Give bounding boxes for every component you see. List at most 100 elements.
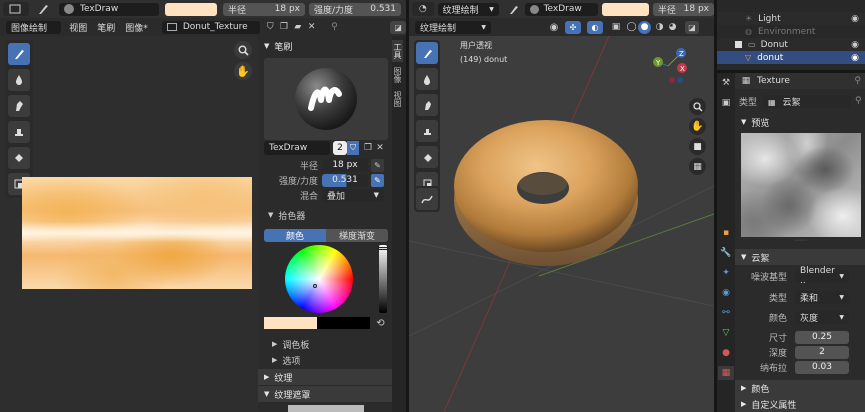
duplicate-icon[interactable]: ❐ (277, 22, 291, 32)
vp-soften-tool-icon[interactable] (416, 68, 438, 90)
prop-tab-data-icon[interactable]: ▽ (718, 326, 734, 340)
prop-tab-constraints-icon[interactable]: ⚯ (718, 306, 734, 320)
mode-selector[interactable]: 图像绘制 (6, 20, 62, 34)
viewport-brush-icon[interactable] (505, 4, 523, 15)
texture-pin-icon[interactable]: ⚲ (855, 96, 862, 106)
viewport-editor-type-icon[interactable]: ◔ (412, 2, 434, 16)
depth-field[interactable]: 2 (795, 345, 849, 359)
brush-strength-slider[interactable]: 0.531 (322, 173, 368, 187)
viewport-canvas[interactable] (409, 36, 714, 412)
eye-icon[interactable]: ◉ (851, 14, 859, 24)
xray-toggle-icon[interactable]: ▣ (609, 22, 623, 32)
brush-users-count[interactable]: 2 (333, 141, 347, 155)
pan-hand-icon[interactable]: ✋ (234, 62, 252, 80)
shading-solid-icon[interactable]: ● (638, 20, 651, 34)
texture-section-header[interactable]: ▶ 纹理 (258, 369, 392, 385)
menu-view[interactable]: 视图 (69, 21, 87, 34)
custom-props-section-header[interactable]: ▶ 自定义属性 (735, 396, 865, 412)
viewport-color-swatch[interactable] (601, 2, 649, 16)
prop-tab-texture-icon[interactable]: ▦ (718, 366, 734, 380)
radius-pressure-icon[interactable]: ✎ (371, 158, 384, 172)
editor-type-icon[interactable] (3, 2, 29, 16)
nabla-field[interactable]: 0.03 (795, 360, 849, 374)
soften-tool-icon[interactable] (8, 69, 30, 91)
size-field[interactable]: 0.25 (795, 330, 849, 344)
fake-user-shield-icon[interactable]: ⛉ (263, 22, 277, 32)
vp-draw-tool-icon[interactable] (416, 42, 438, 64)
color-picker-header[interactable]: ▼ 拾色器 (258, 208, 392, 222)
prop-tab-render-icon[interactable]: ▣ (718, 96, 734, 110)
outliner-row-light[interactable]: ☀ Light ◉ (717, 12, 865, 25)
prop-tab-physics-icon[interactable]: ◉ (718, 286, 734, 300)
overlay-toggle-icon[interactable]: ◐ (587, 20, 603, 34)
prop-tab-material-icon[interactable]: ● (718, 346, 734, 360)
vp-fill-tool-icon[interactable] (416, 146, 438, 168)
tab-image[interactable]: 图像 (392, 64, 403, 86)
tab-tool[interactable]: 工具 (392, 40, 403, 62)
sidebar-toggle-icon[interactable]: ◪ (390, 20, 407, 34)
annotate-tool-icon[interactable] (416, 188, 438, 210)
brush-preview[interactable] (264, 58, 388, 140)
brush-radius-slider[interactable]: 18 px (322, 158, 368, 172)
navigation-gizmo[interactable]: Z X Y (648, 44, 688, 90)
clone-tool-icon[interactable] (8, 121, 30, 143)
tab-gradient[interactable]: 梯度渐变 (326, 229, 388, 242)
brush-selector[interactable]: TexDraw (59, 2, 159, 16)
vp-smear-tool-icon[interactable] (416, 94, 438, 116)
clouds-section-header[interactable]: ▼ 云絮 (735, 249, 865, 265)
vp-camera-icon[interactable]: ■ (689, 138, 706, 155)
brush-fake-user-icon[interactable]: ⛉ (347, 141, 359, 155)
color-section-header[interactable]: ▶ 颜色 (735, 380, 865, 396)
brush-color-swatch[interactable] (165, 2, 217, 16)
color-wheel-cursor[interactable] (313, 284, 317, 288)
viewport-brush-selector[interactable]: TexDraw (524, 2, 598, 16)
prop-tab-modifier-icon[interactable]: 🔧 (718, 246, 734, 260)
color-wheel[interactable] (285, 245, 353, 313)
draw-tool-icon[interactable] (8, 43, 30, 65)
outliner-row-donut-object[interactable]: ▽ donut ◉ (717, 51, 865, 64)
zoom-icon[interactable] (234, 41, 252, 59)
prop-tab-particles-icon[interactable]: ✦ (718, 266, 734, 280)
eye-icon[interactable]: ◉ (851, 53, 859, 63)
texture-type-dropdown[interactable]: ▦ 云絮 (763, 94, 851, 108)
strength-pressure-icon[interactable]: ✎ (371, 173, 384, 187)
swap-colors-icon[interactable]: ⟲ (374, 317, 387, 329)
brush-blend-dropdown[interactable]: 叠加 ▼ (322, 188, 384, 202)
secondary-color-swatch[interactable] (317, 317, 370, 329)
value-slider-handle[interactable] (378, 247, 388, 250)
shading-rendered-icon[interactable]: ◕ (666, 22, 679, 32)
pin-icon[interactable]: ⚲ (854, 76, 861, 86)
viewport-paint-mode-selector[interactable]: 纹理绘制 ▼ (415, 20, 491, 34)
sidebar-toggle-icon[interactable]: ◪ (685, 20, 699, 34)
cloud-color-dropdown[interactable]: 灰度 ▼ (795, 310, 849, 324)
tab-view[interactable]: 视图 (392, 88, 403, 110)
menu-brush[interactable]: 笔刷 (97, 21, 115, 34)
pin-icon[interactable]: ⚲ (327, 22, 343, 32)
noise-basis-dropdown[interactable]: Blender .. ▼ (795, 266, 849, 286)
texture-mask-preview[interactable] (288, 405, 364, 412)
open-folder-icon[interactable]: ▰ (291, 22, 305, 32)
menu-image[interactable]: 图像* (125, 21, 148, 34)
shading-wireframe-icon[interactable]: ◯ (625, 22, 638, 32)
options-subpanel-header[interactable]: ▶ 选项 (262, 353, 392, 367)
eye-icon[interactable]: ◉ (851, 40, 859, 50)
visibility-eye-icon[interactable]: ◉ (545, 22, 563, 33)
checkbox-icon[interactable] (735, 41, 742, 48)
primary-color-swatch[interactable] (264, 317, 317, 329)
brush-name-field[interactable]: TexDraw (264, 141, 330, 155)
outliner-row-donut-collection[interactable]: ▭ Donut ◉ (717, 38, 865, 51)
viewport-mode-selector[interactable]: 纹理绘制 ▼ (437, 2, 499, 16)
vp-pan-icon[interactable]: ✋ (689, 118, 706, 135)
smear-tool-icon[interactable] (8, 95, 30, 117)
prop-tab-tool-icon[interactable]: ⚒ (718, 76, 734, 90)
brush-duplicate-icon[interactable]: ❐ (362, 141, 374, 155)
strength-field[interactable]: 强度/力度 0.531 (309, 2, 401, 16)
paint-brush-icon[interactable] (33, 3, 53, 15)
viewport-radius-field[interactable]: 半径 18 px (652, 2, 714, 16)
brush-unlink-icon[interactable]: ✕ (374, 141, 386, 155)
tab-color[interactable]: 颜色 (264, 229, 326, 242)
texture-mask-section-header[interactable]: ▼ 纹理遮罩 (258, 386, 392, 402)
shading-material-icon[interactable]: ◑ (653, 22, 666, 32)
close-icon[interactable]: ✕ (305, 22, 319, 32)
brush-section-header[interactable]: ▼ 笔刷 (258, 38, 392, 54)
